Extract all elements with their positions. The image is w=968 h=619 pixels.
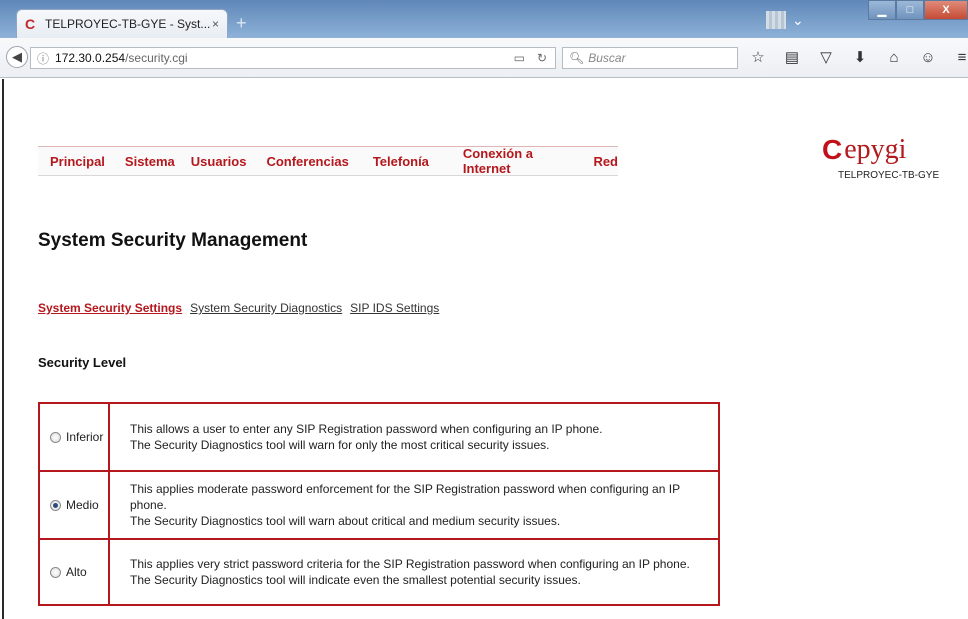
main-menu: Principal Sistema Usuarios Conferencias … — [38, 146, 618, 176]
section-label-security-level: Security Level — [38, 355, 127, 370]
security-level-row-alto: Alto This applies very strict password c… — [40, 540, 718, 604]
download-icon[interactable]: ⬇ — [850, 48, 870, 68]
search-input[interactable]: 🔍︎ Buscar — [562, 47, 738, 69]
page-content: Principal Sistema Usuarios Conferencias … — [0, 79, 968, 619]
info-icon[interactable]: ⓘ — [37, 50, 49, 67]
reload-icon[interactable]: ↻ — [537, 51, 547, 65]
minimize-button[interactable]: ▁ — [868, 0, 896, 20]
address-bar[interactable]: ⓘ 172.30.0.254 /security.cgi ▭ ↻ — [30, 47, 556, 69]
radio-inferior[interactable] — [50, 431, 61, 443]
logo-brand: C epygi — [822, 134, 906, 166]
level-desc-line2: The Security Diagnostics tool will warn … — [130, 514, 561, 528]
level-option-inferior[interactable]: Inferior — [40, 404, 110, 470]
level-description-alto: This applies very strict password criter… — [110, 540, 718, 604]
maximize-button[interactable]: □ — [896, 0, 924, 20]
menu-item-usuarios[interactable]: Usuarios — [191, 154, 247, 169]
search-placeholder: Buscar — [588, 51, 626, 65]
menu-item-red[interactable]: Red — [593, 154, 618, 169]
epygi-logo: C epygi TELPROYEC-TB-GYE — [822, 134, 962, 184]
chevron-down-icon[interactable]: ⌄ — [792, 12, 804, 29]
logo-brand-text: epygi — [844, 134, 907, 165]
navigation-toolbar: ◀ ⓘ 172.30.0.254 /security.cgi ▭ ↻ 🔍︎ Bu… — [0, 38, 968, 78]
security-level-table: Inferior This allows a user to enter any… — [38, 402, 720, 606]
level-description-inferior: This allows a user to enter any SIP Regi… — [110, 404, 718, 470]
window-controls: ▁ □ X — [868, 0, 968, 22]
window-titlebar: C TELPROYEC-TB-GYE - Syst... × + ⌄ ▁ □ X — [0, 0, 968, 38]
tab-system-security-diagnostics[interactable]: System Security Diagnostics — [190, 301, 342, 315]
level-label-alto: Alto — [66, 565, 87, 579]
url-path: /security.cgi — [125, 51, 188, 65]
back-button[interactable]: ◀ — [6, 46, 28, 68]
security-level-row-inferior: Inferior This allows a user to enter any… — [40, 404, 718, 472]
arrow-left-icon: ◀ — [12, 49, 22, 64]
level-desc-line2: The Security Diagnostics tool will warn … — [130, 438, 550, 452]
menu-item-principal[interactable]: Principal — [50, 154, 105, 169]
tab-title: TELPROYEC-TB-GYE - Syst... — [45, 17, 211, 31]
tab-system-security-settings[interactable]: System Security Settings — [38, 301, 182, 315]
level-desc-line2: The Security Diagnostics tool will indic… — [130, 573, 581, 587]
home-icon[interactable]: ⌂ — [884, 48, 904, 68]
smiley-icon[interactable]: ☺ — [918, 48, 938, 68]
radio-medio[interactable] — [50, 499, 61, 511]
url-host: 172.30.0.254 — [55, 51, 126, 65]
tab-extras: ⌄ — [766, 10, 816, 30]
level-label-inferior: Inferior — [66, 430, 104, 444]
radio-alto[interactable] — [50, 566, 61, 578]
menu-item-conexion-internet[interactable]: Conexión a Internet — [463, 146, 564, 176]
toolbar-icons: ☆ ▤ ▽ ⬇ ⌂ ☺ ≡ — [748, 48, 968, 68]
page-title: System Security Management — [38, 230, 308, 251]
security-level-row-medio: Medio This applies moderate password enf… — [40, 472, 718, 540]
search-icon: 🔍︎ — [569, 51, 585, 65]
level-desc-line1: This allows a user to enter any SIP Regi… — [130, 422, 603, 436]
new-tab-button[interactable]: + — [236, 14, 247, 32]
level-option-medio[interactable]: Medio — [40, 472, 110, 538]
level-desc-line1: This applies very strict password criter… — [130, 557, 690, 571]
browser-tab[interactable]: C TELPROYEC-TB-GYE - Syst... × — [16, 9, 228, 38]
tab-close-icon[interactable]: × — [212, 17, 219, 31]
level-description-medio: This applies moderate password enforceme… — [110, 472, 718, 538]
reader-view-icon[interactable]: ▭ — [514, 51, 525, 65]
bookmarks-menu-icon[interactable]: ▤ — [782, 48, 802, 68]
epygi-favicon-icon: C — [25, 16, 36, 32]
epygi-logo-icon: C — [822, 134, 843, 165]
menu-item-telefonia[interactable]: Telefonía — [373, 154, 429, 169]
subtabs: System Security Settings System Security… — [38, 301, 439, 315]
menu-item-conferencias[interactable]: Conferencias — [266, 154, 348, 169]
hamburger-menu-icon[interactable]: ≡ — [952, 48, 968, 68]
device-name: TELPROYEC-TB-GYE — [838, 170, 940, 181]
tab-sip-ids-settings[interactable]: SIP IDS Settings — [350, 301, 439, 315]
level-option-alto[interactable]: Alto — [40, 540, 110, 604]
tab-grid-icon[interactable] — [766, 11, 786, 29]
bookmark-star-icon[interactable]: ☆ — [748, 48, 768, 68]
window-border — [2, 79, 4, 619]
menu-item-sistema[interactable]: Sistema — [125, 154, 175, 169]
level-desc-line1: This applies moderate password enforceme… — [130, 482, 680, 512]
level-label-medio: Medio — [66, 498, 99, 512]
close-window-button[interactable]: X — [924, 0, 968, 20]
pocket-icon[interactable]: ▽ — [816, 48, 836, 68]
